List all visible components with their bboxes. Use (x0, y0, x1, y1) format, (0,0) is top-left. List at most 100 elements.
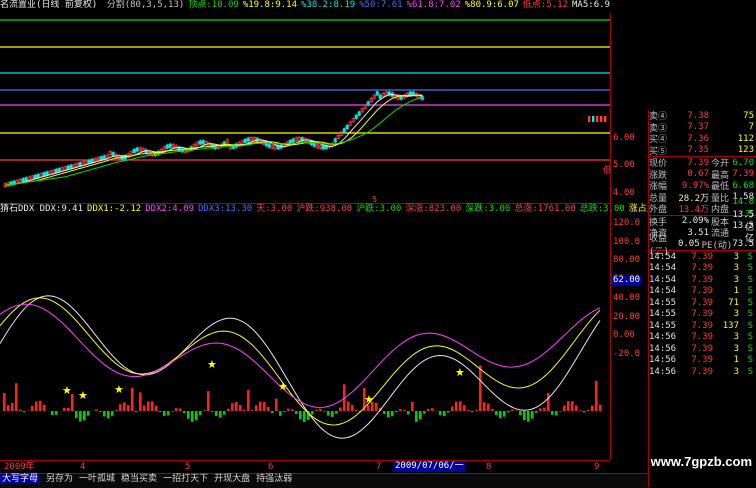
ddx-bar (195, 411, 198, 420)
ddx-bar (55, 411, 58, 415)
ddx-bar (483, 402, 486, 411)
candlestick-chart[interactable]: 低5 (0, 13, 610, 203)
indicator-value: %50:7.61 (359, 0, 402, 10)
ddx-bar (199, 411, 202, 415)
ddx-bar (215, 411, 218, 416)
ddx-bar (23, 411, 26, 412)
ddx-bar (447, 411, 450, 413)
date-mark: 8 (486, 462, 491, 473)
ddx-bar (455, 402, 458, 411)
ddx-bar (139, 392, 142, 411)
ddx-bar (443, 411, 446, 416)
axis-tick: 6.00 (613, 133, 635, 144)
ddx-bar (387, 411, 390, 417)
stock-title[interactable]: 名流置业(日线 前复权) (0, 0, 97, 10)
ddx-bar (499, 411, 502, 418)
current-date: 2009/07/06/一 (393, 461, 466, 472)
ddx-bar (267, 407, 270, 411)
ddx-bar (103, 411, 106, 416)
ddx-bar (539, 408, 542, 411)
tick-direction: S (739, 332, 753, 342)
toolbar-button[interactable]: 一招打天下 (163, 474, 208, 484)
ddx-bar (283, 411, 286, 412)
tick-direction: S (739, 286, 753, 296)
ddx-bar (599, 405, 602, 411)
ddx-bar (167, 411, 170, 415)
ddx-bar (511, 409, 514, 411)
tick-volume: 137 (713, 321, 739, 331)
tick-price: 7.39 (683, 252, 713, 262)
indicator-value: 猜石DDX DDX:9.41 (0, 204, 83, 214)
ddx-bar (251, 410, 254, 411)
axis-tick: 0.00 (613, 330, 635, 341)
toolbar-button[interactable]: 稳当买卖 (121, 474, 157, 484)
ddx-bar (303, 411, 306, 422)
axis-tick: 120.0 (613, 218, 640, 229)
order-price: 7.36 (675, 134, 709, 144)
ddx-bar (175, 408, 178, 411)
tick-direction: S (739, 367, 753, 377)
ddx-bar (463, 405, 466, 411)
bottom-toolbar: 大写字母另存为一叶孤城稳当买卖一招打天下开现大盘持强汰弱 (0, 473, 648, 488)
axis-tick: 40.00 (613, 293, 640, 304)
ddx-bar (255, 405, 258, 411)
ddx-bar (487, 404, 490, 411)
ddx-bar (131, 388, 134, 411)
date-mark: 4 (80, 462, 85, 473)
tick-row: 14:557.39137S (649, 320, 756, 332)
ddx-bar (527, 411, 530, 422)
stat-label: PE(动) (702, 238, 733, 251)
stat-value: 6.70 (729, 158, 756, 168)
stat-value: 13.4万 (675, 202, 709, 215)
tick-direction: S (739, 344, 753, 354)
ddx-bar (95, 409, 98, 411)
toolbar-button[interactable]: 大写字母 (0, 474, 40, 484)
tick-row: 14:567.393S (649, 366, 756, 378)
ddx-bar (295, 411, 298, 414)
tick-volume: 71 (713, 298, 739, 308)
indicator-title-bar: 名流置业(日线 前复权) 分割(80,3,5,13)顶点:10.09%19.8:… (0, 0, 610, 13)
ddx-bar (231, 403, 234, 411)
ddx-bar (67, 408, 70, 411)
ddx-bar (475, 410, 478, 411)
ddx-bar (515, 410, 518, 411)
ddx-bar (111, 411, 114, 416)
axis-tick: -20.0 (613, 349, 640, 360)
date-axis: 2009年 4 5 6 7 2009/07/06/一 8 9 (0, 460, 610, 474)
tick-row: 14:547.391S (649, 286, 756, 298)
ddx-bar (575, 405, 578, 411)
tick-volume: 3 (713, 263, 739, 273)
quote-stat-row: 收益(二)0.05PE(动)73.5 (649, 239, 756, 251)
ddx-bar (87, 411, 90, 416)
toolbar-button[interactable]: 开现大盘 (214, 474, 250, 484)
toolbar-button[interactable]: 一叶孤城 (79, 474, 115, 484)
tick-price: 7.39 (683, 286, 713, 296)
ddx-bar (311, 411, 314, 414)
ddx-indicator-chart[interactable]: ★★★★★★★ (0, 216, 610, 460)
ddx-bar (571, 401, 574, 411)
ddx-bar (543, 408, 546, 411)
quote-panel: 卖④7.3875卖③7.377买④7.36112买⑤7.35123现价7.39今… (648, 110, 756, 487)
chart-background (0, 13, 610, 203)
toolbar-button[interactable]: 持强汰弱 (256, 474, 292, 484)
ddx-bar (119, 404, 122, 411)
tick-time: 14:56 (649, 367, 683, 377)
tick-direction: S (739, 309, 753, 319)
ddx-bar (123, 402, 126, 411)
ddx-bar (31, 406, 34, 411)
ddx-bar (79, 411, 82, 422)
ddx-bar (211, 411, 214, 412)
candle (588, 116, 590, 122)
tick-direction: S (739, 252, 753, 262)
star-marker: ★ (364, 393, 374, 406)
tick-price: 7.39 (683, 321, 713, 331)
tick-time: 14:56 (649, 355, 683, 365)
indicator-value: 分割(80,3,5,13) (107, 0, 185, 10)
ddx-bar (263, 402, 266, 411)
order-volume: 112 (709, 134, 756, 144)
ddx-bar (219, 411, 222, 418)
ddx-bar (419, 411, 422, 419)
tick-volume: 1 (713, 355, 739, 365)
toolbar-button[interactable]: 另存为 (46, 474, 73, 484)
ddx-bar (403, 410, 406, 411)
